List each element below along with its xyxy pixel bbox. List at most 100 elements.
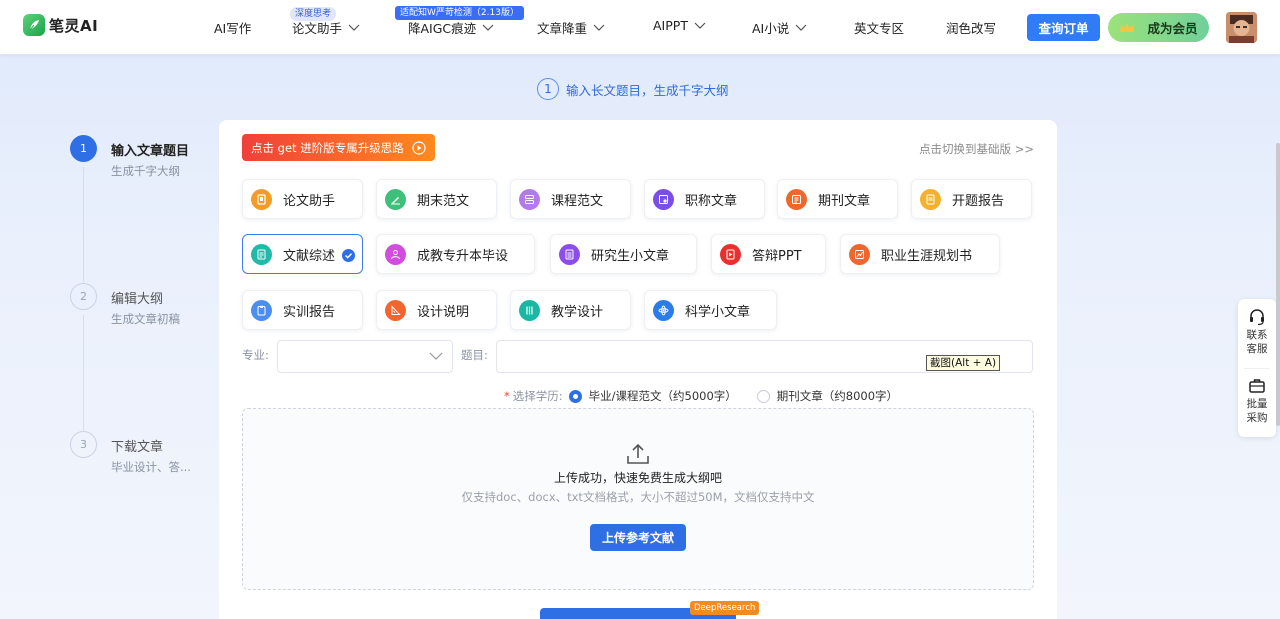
check-circle-icon bbox=[342, 249, 355, 262]
top-header: 笔灵AI AI写作 深度思考 论文助手 适配知W严苛检测（2.13版） 降AIG… bbox=[0, 0, 1280, 54]
nav-polish[interactable]: 润色改写 bbox=[946, 18, 996, 37]
bulk-purchase-label: 批量采购 bbox=[1246, 398, 1268, 424]
paper-icon bbox=[251, 188, 272, 210]
nav-ai-writing[interactable]: AI写作 bbox=[214, 18, 251, 37]
nav-label: 英文专区 bbox=[854, 21, 905, 36]
step-title: 下载文章 bbox=[111, 440, 164, 455]
user-avatar[interactable] bbox=[1226, 12, 1257, 43]
upload-icon bbox=[627, 443, 649, 464]
nav-label: AI写作 bbox=[214, 21, 252, 36]
category-journal-article[interactable]: 期刊文章 bbox=[777, 179, 898, 219]
nav-label: 文章降重 bbox=[537, 21, 588, 36]
teaching-icon bbox=[519, 299, 540, 321]
switch-basic-link[interactable]: 点击切换到基础版 >> bbox=[919, 141, 1034, 157]
headset-icon bbox=[1250, 309, 1264, 326]
step-title: 编辑大纲 bbox=[111, 292, 164, 307]
category-training-report[interactable]: 实训报告 bbox=[242, 290, 363, 330]
plan-icon bbox=[849, 243, 870, 265]
category-adult-education-thesis[interactable]: 成教专升本毕设 bbox=[376, 234, 535, 274]
category-graduate-article[interactable]: 研究生小文章 bbox=[550, 234, 697, 274]
nav-aippt[interactable]: AIPPT bbox=[653, 18, 706, 33]
chevron-down-icon bbox=[348, 24, 360, 31]
category-label: 成教专升本毕设 bbox=[417, 248, 509, 264]
logo[interactable]: 笔灵AI bbox=[23, 14, 98, 36]
education-selector: * 选择学历: 毕业/课程范文（约5000字） 期刊文章（约8000字） bbox=[504, 388, 918, 404]
chevron-down-icon bbox=[429, 352, 443, 360]
category-label: 研究生小文章 bbox=[591, 248, 670, 264]
divider bbox=[1244, 368, 1270, 369]
nav-ai-novel[interactable]: AI小说 bbox=[752, 18, 807, 37]
radio-label[interactable]: 期刊文章（约8000字） bbox=[777, 388, 898, 404]
category-label: 科学小文章 bbox=[685, 304, 751, 320]
promo-label: 点击 get 进阶版专属升级思路 bbox=[251, 140, 404, 155]
radio-label[interactable]: 毕业/课程范文（约5000字） bbox=[589, 388, 737, 404]
floating-service-panel: 联系客服 批量采购 bbox=[1238, 299, 1276, 437]
clipboard-icon bbox=[251, 299, 272, 321]
main-card: 点击 get 进阶版专属升级思路 点击切换到基础版 >> 论文助手 期末范文 课… bbox=[219, 120, 1057, 619]
page-scrollbar[interactable] bbox=[1276, 143, 1280, 426]
radio-graduation-essay[interactable] bbox=[568, 389, 582, 403]
nav-reduce-aigc[interactable]: 降AIGC痕迹 bbox=[408, 18, 494, 37]
upload-reference-button[interactable]: 上传参考文献 bbox=[590, 524, 686, 551]
journal-icon bbox=[786, 188, 807, 210]
logo-feather-icon bbox=[23, 14, 45, 36]
category-final-exam[interactable]: 期末范文 bbox=[376, 179, 497, 219]
category-label: 论文助手 bbox=[283, 193, 336, 209]
article-icon bbox=[559, 243, 580, 265]
screenshot-tooltip: 截图(Alt + A) bbox=[926, 355, 1001, 371]
category-label: 开题报告 bbox=[952, 193, 1005, 209]
briefcase-icon bbox=[1249, 379, 1265, 393]
radio-journal-article[interactable] bbox=[756, 389, 770, 403]
current-step-hint: 1 输入长文题目，生成千字大纲 bbox=[537, 78, 729, 100]
pencil-icon bbox=[385, 188, 406, 210]
step-hint-text: 输入长文题目，生成千字大纲 bbox=[566, 82, 729, 98]
bulk-purchase-button[interactable]: 批量采购 bbox=[1238, 377, 1276, 425]
nav-label: AI小说 bbox=[752, 21, 790, 36]
category-label: 课程范文 bbox=[551, 193, 604, 209]
required-mark: * bbox=[504, 389, 510, 403]
nav-rewrite[interactable]: 文章降重 bbox=[537, 18, 605, 37]
category-teaching-design[interactable]: 教学设计 bbox=[510, 290, 631, 330]
category-title-article[interactable]: 职称文章 bbox=[644, 179, 765, 219]
graduation-icon bbox=[385, 243, 406, 265]
become-vip-button[interactable]: 成为会员 bbox=[1108, 13, 1209, 42]
major-label: 专业: bbox=[242, 348, 269, 362]
category-label: 答辩PPT bbox=[752, 248, 802, 264]
chevron-down-icon bbox=[593, 24, 605, 31]
query-order-button[interactable]: 查询订单 bbox=[1027, 14, 1100, 41]
category-course-essay[interactable]: 课程范文 bbox=[510, 179, 631, 219]
category-design-notes[interactable]: 设计说明 bbox=[376, 290, 497, 330]
step-subtitle: 毕业设计、答... bbox=[111, 460, 191, 474]
upload-title: 上传成功，快速免费生成大纲吧 bbox=[553, 471, 722, 485]
category-career-plan[interactable]: 职业生涯规划书 bbox=[840, 234, 1000, 274]
category-defense-ppt[interactable]: 答辩PPT bbox=[711, 234, 826, 274]
category-label: 教学设计 bbox=[551, 304, 604, 320]
logo-text: 笔灵AI bbox=[49, 16, 99, 35]
step-number: 3 bbox=[70, 431, 97, 458]
upload-hint: 仅支持doc、docx、txt文档格式，大小不超过50M，文档仅支持中文 bbox=[461, 490, 815, 504]
upgrade-promo-button[interactable]: 点击 get 进阶版专属升级思路 bbox=[242, 134, 435, 161]
major-select[interactable] bbox=[277, 340, 453, 373]
upload-dropzone[interactable]: 上传成功，快速免费生成大纲吧 仅支持doc、docx、txt文档格式，大小不超过… bbox=[242, 408, 1034, 590]
nav-english[interactable]: 英文专区 bbox=[854, 18, 904, 37]
deepresearch-badge: DeepResearch bbox=[690, 601, 760, 615]
contact-service-button[interactable]: 联系客服 bbox=[1238, 308, 1276, 356]
chevron-down-icon bbox=[694, 22, 706, 29]
ruler-icon bbox=[385, 299, 406, 321]
category-label: 文献综述 bbox=[283, 248, 336, 264]
nav-paper-assistant[interactable]: 论文助手 bbox=[292, 18, 360, 37]
contact-service-label: 联系客服 bbox=[1246, 329, 1268, 355]
category-label: 设计说明 bbox=[417, 304, 470, 320]
step-connector bbox=[83, 315, 84, 430]
step-number: 1 bbox=[537, 78, 559, 100]
category-label: 职业生涯规划书 bbox=[881, 248, 973, 264]
nav-label: 降AIGC痕迹 bbox=[408, 21, 477, 36]
step-connector bbox=[83, 167, 84, 282]
category-literature-review[interactable]: 文献综述 bbox=[242, 234, 363, 274]
chevron-down-icon bbox=[795, 24, 807, 31]
category-science-article[interactable]: 科学小文章 bbox=[644, 290, 777, 330]
category-proposal-report[interactable]: 开题报告 bbox=[911, 179, 1032, 219]
category-paper-assistant[interactable]: 论文助手 bbox=[242, 179, 363, 219]
ppt-icon bbox=[720, 243, 741, 265]
chevron-down-icon bbox=[482, 24, 494, 31]
